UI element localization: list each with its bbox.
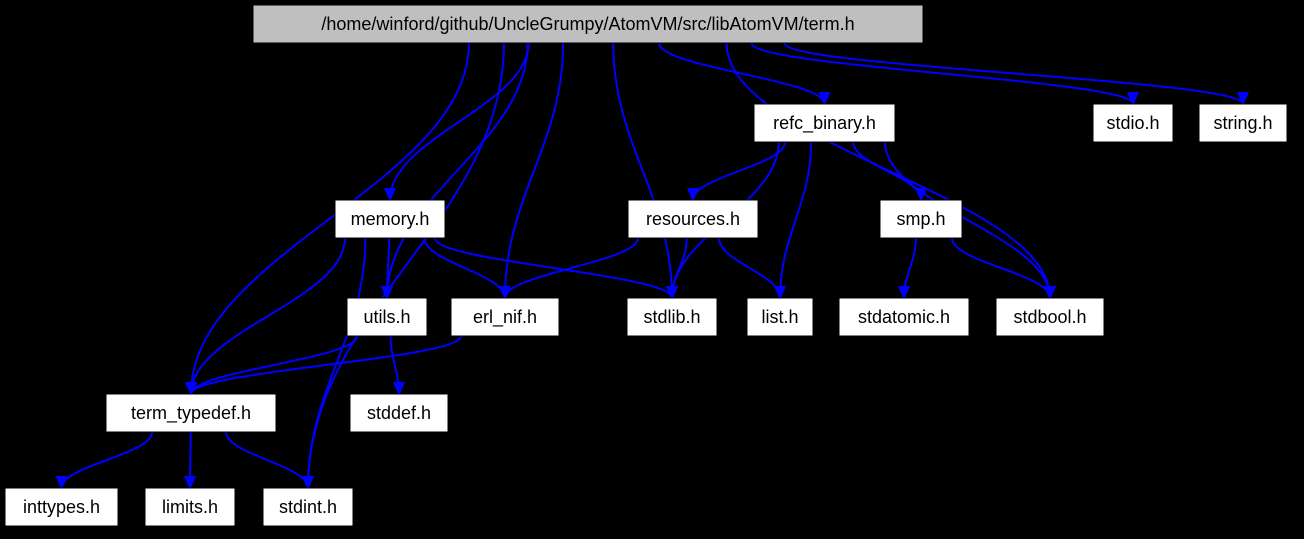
- node-label-root: /home/winford/github/UncleGrumpy/AtomVM/…: [321, 14, 854, 34]
- node-label-stdbool: stdbool.h: [1013, 307, 1086, 327]
- edge-root-refc_binary: [659, 43, 825, 104]
- node-stdio[interactable]: stdio.h: [1093, 104, 1173, 142]
- node-label-stdio: stdio.h: [1106, 113, 1159, 133]
- node-stdlib[interactable]: stdlib.h: [627, 298, 717, 336]
- node-label-smp: smp.h: [896, 209, 945, 229]
- edge-root-string: [785, 43, 1244, 104]
- node-label-memory: memory.h: [351, 209, 430, 229]
- node-label-stdatomic: stdatomic.h: [858, 307, 950, 327]
- node-list[interactable]: list.h: [747, 298, 813, 336]
- node-label-term_typedef: term_typedef.h: [131, 403, 251, 424]
- edge-term_typedef-stdint: [226, 432, 308, 488]
- node-label-list: list.h: [761, 307, 798, 327]
- edge-root-stdlib: [613, 43, 672, 298]
- node-stdint[interactable]: stdint.h: [263, 488, 353, 526]
- node-inttypes[interactable]: inttypes.h: [5, 488, 118, 526]
- node-erl_nif[interactable]: erl_nif.h: [451, 298, 559, 336]
- node-label-erl_nif: erl_nif.h: [473, 307, 537, 328]
- edge-root-erl_nif: [505, 43, 563, 298]
- edge-resources-erl_nif: [505, 238, 638, 298]
- node-refc_binary[interactable]: refc_binary.h: [754, 104, 895, 142]
- node-label-stdlib: stdlib.h: [643, 307, 700, 327]
- node-label-stdint: stdint.h: [279, 497, 337, 517]
- edge-refc_binary-smp: [853, 142, 921, 200]
- node-label-inttypes: inttypes.h: [23, 497, 100, 517]
- node-root[interactable]: /home/winford/github/UncleGrumpy/AtomVM/…: [253, 5, 923, 43]
- edge-resources-list: [719, 238, 780, 298]
- node-label-string: string.h: [1213, 113, 1272, 133]
- node-stddef[interactable]: stddef.h: [350, 394, 448, 432]
- edge-resources-stdlib: [672, 238, 687, 298]
- node-utils[interactable]: utils.h: [347, 298, 427, 336]
- node-label-utils: utils.h: [363, 307, 410, 327]
- edge-refc_binary-list: [780, 142, 811, 298]
- edge-memory-stdlib: [435, 238, 672, 298]
- edge-smp-stdatomic: [904, 238, 916, 298]
- node-string[interactable]: string.h: [1199, 104, 1287, 142]
- node-stdbool[interactable]: stdbool.h: [996, 298, 1104, 336]
- node-memory[interactable]: memory.h: [335, 200, 445, 238]
- node-stdatomic[interactable]: stdatomic.h: [839, 298, 969, 336]
- dependency-graph: /home/winford/github/UncleGrumpy/AtomVM/…: [0, 0, 1304, 539]
- edge-smp-stdbool: [952, 238, 1050, 298]
- node-resources[interactable]: resources.h: [628, 200, 758, 238]
- node-label-resources: resources.h: [646, 209, 740, 229]
- node-label-refc_binary: refc_binary.h: [773, 113, 876, 134]
- edge-root-memory: [390, 43, 529, 200]
- node-label-limits: limits.h: [162, 497, 218, 517]
- edge-utils-stddef: [391, 336, 399, 394]
- edge-memory-erl_nif: [425, 238, 506, 298]
- edge-term_typedef-inttypes: [62, 432, 153, 488]
- edge-term_typedef-limits: [190, 432, 191, 488]
- node-label-stddef: stddef.h: [367, 403, 431, 423]
- node-limits[interactable]: limits.h: [145, 488, 235, 526]
- edge-memory-term_typedef: [191, 238, 345, 394]
- node-smp[interactable]: smp.h: [880, 200, 962, 238]
- edge-erl_nif-term_typedef: [191, 336, 461, 394]
- node-term_typedef[interactable]: term_typedef.h: [106, 394, 276, 432]
